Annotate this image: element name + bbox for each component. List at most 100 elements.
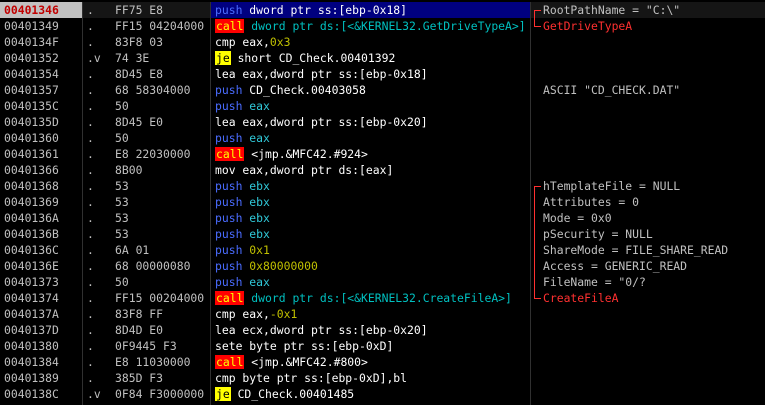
comment-cell[interactable]	[531, 162, 765, 178]
address-cell[interactable]: 00401360	[0, 130, 82, 146]
comment-cell[interactable]: pSecurity = NULL	[531, 226, 765, 242]
comment-cell[interactable]	[531, 322, 765, 338]
comment-cell[interactable]	[531, 354, 765, 370]
address-cell[interactable]: 00401373	[0, 274, 82, 290]
address-cell[interactable]: 0040138C	[0, 386, 82, 402]
hex-cell[interactable]: . E8 11030000	[83, 354, 211, 370]
address-cell[interactable]: 00401354	[0, 66, 82, 82]
address-cell[interactable]: 00401389	[0, 370, 82, 386]
comment-cell[interactable]: FileName = "0/?	[531, 274, 765, 290]
address-cell[interactable]: 00401368	[0, 178, 82, 194]
hex-cell[interactable]: . 6A 01	[83, 242, 211, 258]
comment-cell[interactable]: CreateFileA	[531, 290, 765, 306]
instruction-cell[interactable]: push ebx	[211, 226, 531, 242]
address-cell[interactable]: 00401357	[0, 82, 82, 98]
comment-cell[interactable]	[531, 130, 765, 146]
address-cell[interactable]: 0040135C	[0, 98, 82, 114]
instruction-cell[interactable]: push eax	[211, 98, 531, 114]
comment-cell[interactable]: Access = GENERIC_READ	[531, 258, 765, 274]
hex-cell[interactable]: . 50	[83, 130, 211, 146]
comment-cell[interactable]	[531, 386, 765, 402]
hex-cell[interactable]: . 50	[83, 98, 211, 114]
address-cell[interactable]: 00401380	[0, 338, 82, 354]
address-cell[interactable]: 00401352	[0, 50, 82, 66]
instruction-cell[interactable]: push CD_Check.00403058	[211, 82, 531, 98]
instruction-cell[interactable]: je short CD_Check.00401392	[211, 50, 531, 66]
instruction-cell[interactable]: cmp eax,-0x1	[211, 306, 531, 322]
address-cell[interactable]: 0040134F	[0, 34, 82, 50]
comment-cell[interactable]: ASCII "CD_CHECK.DAT"	[531, 82, 765, 98]
comment-cell[interactable]	[531, 114, 765, 130]
comment-cell[interactable]	[531, 306, 765, 322]
hex-cell[interactable]: . 0F9445 F3	[83, 338, 211, 354]
instruction-cell[interactable]: lea ecx,dword ptr ss:[ebp-0x20]	[211, 322, 531, 338]
comment-cell[interactable]	[531, 34, 765, 50]
hex-cell[interactable]: . 68 58304000	[83, 82, 211, 98]
instruction-cell[interactable]: push eax	[211, 130, 531, 146]
hex-cell[interactable]: . FF75 E8	[83, 2, 211, 18]
address-cell[interactable]: 0040136C	[0, 242, 82, 258]
instruction-cell[interactable]: push ebx	[211, 178, 531, 194]
instruction-cell[interactable]: push eax	[211, 274, 531, 290]
instruction-cell[interactable]: call <jmp.&MFC42.#800>	[211, 354, 531, 370]
address-cell[interactable]: 00401374	[0, 290, 82, 306]
instruction-cell[interactable]: push 0x1	[211, 242, 531, 258]
hex-cell[interactable]: . 8D45 E8	[83, 66, 211, 82]
instruction-cell[interactable]: lea eax,dword ptr ss:[ebp-0x20]	[211, 114, 531, 130]
comment-cell[interactable]	[531, 66, 765, 82]
comment-cell[interactable]: Mode = 0x0	[531, 210, 765, 226]
address-cell[interactable]: 0040137A	[0, 306, 82, 322]
address-cell[interactable]: 00401346	[0, 2, 82, 18]
instruction-cell[interactable]: call <jmp.&MFC42.#924>	[211, 146, 531, 162]
hex-cell[interactable]: . 68 00000080	[83, 258, 211, 274]
hex-cell[interactable]: .v 0F84 F3000000	[83, 386, 211, 402]
hex-cell[interactable]: . E8 22030000	[83, 146, 211, 162]
instruction-cell[interactable]: mov eax,dword ptr ds:[eax]	[211, 162, 531, 178]
comment-cell[interactable]: RootPathName = "C:\"	[531, 2, 765, 18]
hex-cell[interactable]: .v 74 3E	[83, 50, 211, 66]
address-cell[interactable]: 00401349	[0, 18, 82, 34]
address-cell[interactable]: 00401366	[0, 162, 82, 178]
instruction-cell[interactable]: lea eax,dword ptr ss:[ebp-0x18]	[211, 66, 531, 82]
instruction-cell[interactable]: call dword ptr ds:[<&KERNEL32.GetDriveTy…	[211, 18, 531, 34]
comment-cell[interactable]	[531, 146, 765, 162]
instruction-cell[interactable]: cmp byte ptr ss:[ebp-0xD],bl	[211, 370, 531, 386]
comment-cell[interactable]: GetDriveTypeA	[531, 18, 765, 34]
address-cell[interactable]: 0040135D	[0, 114, 82, 130]
instruction-cell[interactable]: sete byte ptr ss:[ebp-0xD]	[211, 338, 531, 354]
address-cell[interactable]: 00401384	[0, 354, 82, 370]
hex-cell[interactable]: . 50	[83, 274, 211, 290]
comment-cell[interactable]: hTemplateFile = NULL	[531, 178, 765, 194]
hex-cell[interactable]: . 385D F3	[83, 370, 211, 386]
comment-cell[interactable]	[531, 98, 765, 114]
address-cell[interactable]: 0040136B	[0, 226, 82, 242]
hex-cell[interactable]: . FF15 00204000	[83, 290, 211, 306]
address-cell[interactable]: 00401369	[0, 194, 82, 210]
comment-cell[interactable]	[531, 50, 765, 66]
instruction-cell[interactable]: push dword ptr ss:[ebp-0x18]	[211, 2, 531, 18]
address-cell[interactable]: 0040136E	[0, 258, 82, 274]
hex-cell[interactable]: . 8D45 E0	[83, 114, 211, 130]
hex-cell[interactable]: . 53	[83, 226, 211, 242]
address-cell[interactable]: 0040137D	[0, 322, 82, 338]
instruction-cell[interactable]: push ebx	[211, 194, 531, 210]
disassembly-view[interactable]: 00401346 00401349 0040134F 00401352 00401354…	[0, 0, 765, 405]
hex-cell[interactable]: . 83F8 FF	[83, 306, 211, 322]
hex-cell[interactable]: . 8B00	[83, 162, 211, 178]
instruction-cell[interactable]: push ebx	[211, 210, 531, 226]
instruction-cell[interactable]: call dword ptr ds:[<&KERNEL32.CreateFile…	[211, 290, 531, 306]
comment-cell[interactable]: ShareMode = FILE_SHARE_READ	[531, 242, 765, 258]
instruction-cell[interactable]: je CD_Check.00401485	[211, 386, 531, 402]
hex-cell[interactable]: . 53	[83, 178, 211, 194]
hex-cell[interactable]: . 83F8 03	[83, 34, 211, 50]
hex-cell[interactable]: . 8D4D E0	[83, 322, 211, 338]
hex-cell[interactable]: . 53	[83, 210, 211, 226]
comment-cell[interactable]: Attributes = 0	[531, 194, 765, 210]
hex-cell[interactable]: . 53	[83, 194, 211, 210]
hex-cell[interactable]: . FF15 04204000	[83, 18, 211, 34]
address-cell[interactable]: 0040136A	[0, 210, 82, 226]
instruction-cell[interactable]: push 0x80000000	[211, 258, 531, 274]
address-cell[interactable]: 00401361	[0, 146, 82, 162]
comment-cell[interactable]	[531, 370, 765, 386]
comment-cell[interactable]	[531, 338, 765, 354]
